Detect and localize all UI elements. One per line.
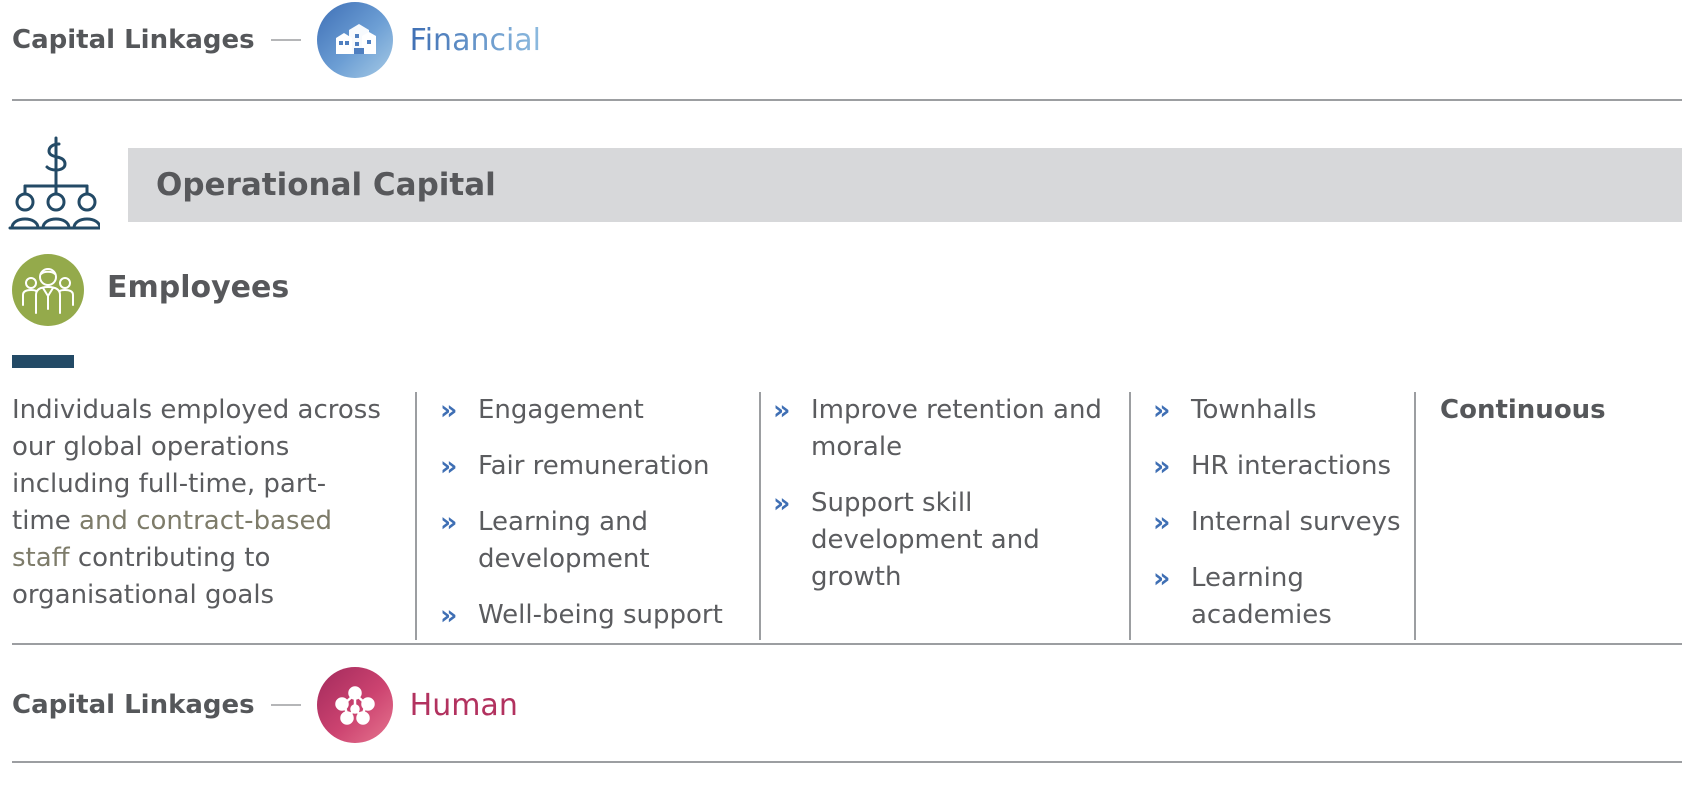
list-item: » Learning academies <box>1153 560 1353 634</box>
linkage-dash <box>270 39 301 41</box>
list-item: » Engagement <box>440 392 760 429</box>
operational-capital-banner: Operational Capital <box>128 148 1682 222</box>
list-item: » Internal surveys <box>1153 504 1423 541</box>
divider <box>12 761 1682 763</box>
linkage-dash <box>270 704 301 706</box>
frequency-column: Continuous <box>1440 392 1680 640</box>
bottom-capital-linkage: Capital Linkages Human <box>12 665 518 745</box>
divider <box>12 643 1682 645</box>
interests-column: » Engagement » Fair remuneration » Learning… <box>440 392 760 640</box>
dollar-org-chart-icon <box>8 136 102 232</box>
capital-linkages-label: Capital Linkages <box>12 690 255 720</box>
chevron-icon: » <box>1153 563 1171 594</box>
list-item: » Improve retention and morale <box>773 392 1113 466</box>
chevron-icon: » <box>440 507 458 538</box>
network-nodes-icon <box>316 667 393 743</box>
chevron-icon: » <box>1153 395 1171 426</box>
column-divider <box>1414 392 1416 640</box>
chevron-icon: » <box>440 395 458 426</box>
people-group-icon <box>12 254 84 326</box>
list-item: » Well-being support <box>440 597 760 634</box>
chevron-icon: » <box>440 600 458 631</box>
capital-linkages-label: Capital Linkages <box>12 25 255 55</box>
banner-title: Operational Capital <box>156 167 496 203</box>
list-item: » HR interactions <box>1153 448 1423 485</box>
list-item: » Fair remuneration <box>440 448 760 485</box>
column-divider <box>1129 392 1131 640</box>
chevron-icon: » <box>773 395 791 426</box>
list-item: » Learning and development <box>440 504 680 578</box>
linked-capital-name: Human <box>409 687 518 723</box>
column-divider <box>759 392 761 640</box>
accent-bar <box>12 355 74 368</box>
chevron-icon: » <box>773 488 791 519</box>
chevron-icon: » <box>1153 451 1171 482</box>
list-item: » Townhalls <box>1153 392 1423 429</box>
objectives-column: » Improve retention and morale » Support s… <box>773 392 1113 640</box>
stakeholder-title: Employees <box>107 270 290 305</box>
column-divider <box>415 392 417 640</box>
chevron-icon: » <box>440 451 458 482</box>
channels-column: » Townhalls » HR interactions » Internal su… <box>1153 392 1423 640</box>
stakeholder-description: Individuals employed across our global o… <box>12 392 382 640</box>
frequency-value: Continuous <box>1440 395 1606 425</box>
divider <box>12 99 1682 101</box>
linked-capital-name: Financial <box>409 22 542 58</box>
top-capital-linkage: Capital Linkages Financial <box>12 0 541 80</box>
buildings-icon <box>316 2 393 78</box>
list-item: » Support skill development and growth <box>773 485 1063 596</box>
chevron-icon: » <box>1153 507 1171 538</box>
